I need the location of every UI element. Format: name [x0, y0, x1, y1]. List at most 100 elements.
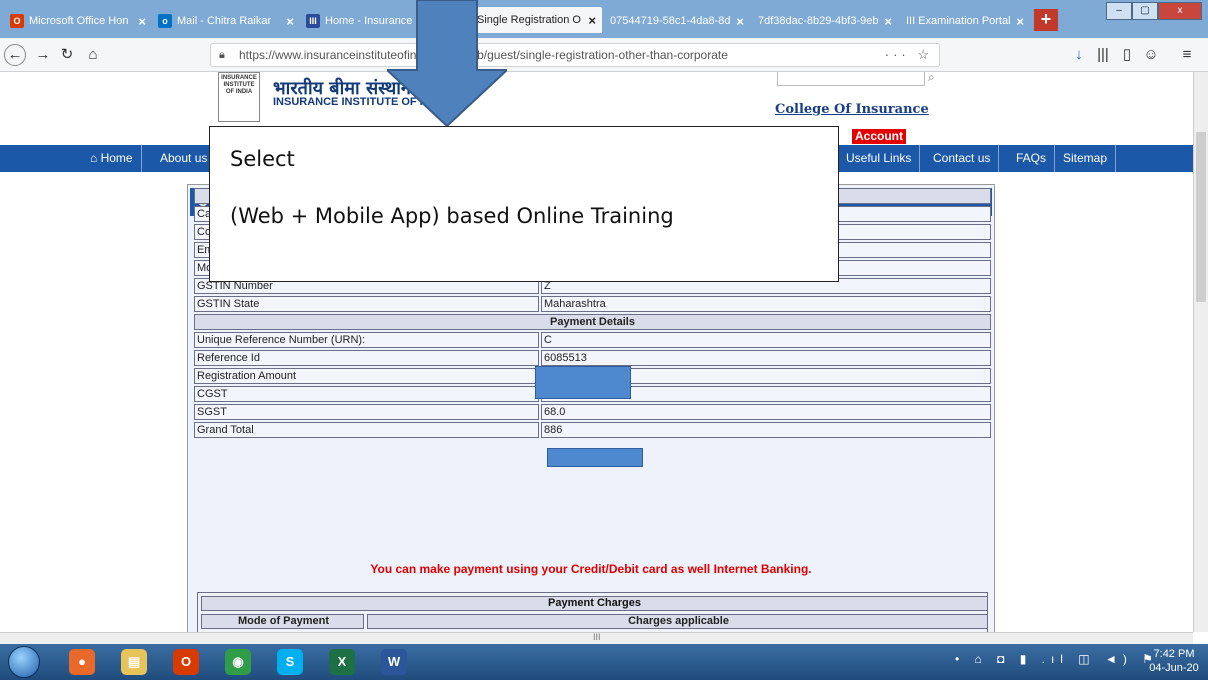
close-tab-icon[interactable]: ×: [1016, 14, 1024, 29]
browser-tab[interactable]: 07544719-58c1-4da8-8da ×: [604, 9, 750, 33]
charges-title-row: Payment Charges: [201, 596, 988, 611]
taskbar-app-firefox[interactable]: ●: [56, 646, 108, 678]
explorer-icon: ▤: [121, 649, 147, 675]
back-arrow-icon[interactable]: ←: [4, 44, 26, 66]
table-row: SGST 68.0: [194, 404, 991, 420]
tab-favicon-icon: III: [306, 14, 320, 28]
browser-tab[interactable]: o Mail - Chitra Raikar ×: [152, 9, 300, 33]
window-controls: – ▢ x: [1106, 2, 1202, 20]
close-tab-icon[interactable]: ×: [588, 13, 596, 28]
charges-header-row: Mode of Payment Charges applicable: [201, 614, 988, 629]
row-value: C: [541, 332, 991, 348]
library-icon[interactable]: |||: [1092, 44, 1114, 66]
row-value: 886: [541, 422, 991, 438]
mode-header: Mode of Payment: [201, 614, 364, 629]
nav-about-us[interactable]: About us: [152, 145, 217, 172]
windows-taskbar: ● ▤ O ◉ S X W • ⌂ ◘ ▮ .ıl ◫ ◄) ⚑ 7:42 PM 04-Ju…: [0, 644, 1208, 680]
account-badge[interactable]: Account: [852, 129, 906, 144]
row-label: Grand Total: [194, 422, 539, 438]
table-row: Unique Reference Number (URN): C: [194, 332, 991, 348]
row-label: SGST: [194, 404, 539, 420]
taskbar-app-word[interactable]: W: [368, 646, 420, 678]
taskbar-clock[interactable]: 7:42 PM 04-Jun-20: [1148, 647, 1200, 675]
nav-useful-links[interactable]: Useful Links: [838, 145, 921, 172]
row-value: 6085513: [541, 350, 991, 366]
table-row: Reference Id 6085513: [194, 350, 991, 366]
row-value: 68.0: [541, 404, 991, 420]
browser-tab[interactable]: O Microsoft Office Hon ×: [4, 9, 152, 33]
account-icon[interactable]: ☺: [1140, 44, 1162, 66]
system-tray[interactable]: • ⌂ ◘ ▮ .ıl ◫ ◄) ⚑: [955, 652, 1159, 666]
vertical-scrollbar[interactable]: [1193, 72, 1208, 632]
horizontal-scrollbar[interactable]: III: [0, 632, 1193, 644]
home-icon: ⌂: [90, 151, 101, 165]
row-label: Unique Reference Number (URN):: [194, 332, 539, 348]
charges-title: Payment Charges: [201, 596, 988, 611]
redaction-urn: [547, 448, 643, 467]
tab-favicon-icon: o: [158, 14, 172, 28]
row-value: Maharashtra: [541, 296, 991, 312]
row-label: Registration Amount: [194, 368, 539, 384]
minimize-button[interactable]: –: [1106, 2, 1132, 20]
taskbar-app-office[interactable]: O: [160, 646, 212, 678]
payment-note: You can make payment using your Credit/D…: [370, 562, 812, 576]
clock-time: 7:42 PM: [1153, 648, 1195, 660]
close-tab-icon[interactable]: ×: [286, 14, 294, 29]
scroll-thumb[interactable]: [1196, 132, 1206, 302]
tab-title: 7df38dac-8b29-4bf3-9eb: [758, 15, 879, 27]
pointer-arrow-icon: [387, 0, 507, 126]
nav-sitemap[interactable]: Sitemap: [1055, 145, 1117, 172]
download-icon[interactable]: ↓: [1068, 44, 1090, 66]
table-row: Payment Details: [194, 314, 991, 330]
redaction-mobile: [535, 366, 631, 399]
taskbar-app-skype[interactable]: S: [264, 646, 316, 678]
reload-icon[interactable]: ↻: [56, 44, 78, 66]
table-row: GSTIN State Maharashtra: [194, 296, 991, 312]
browser-nav-bar: ← → ↻ ⌂ 🔒︎ https://www.insuranceinstitut…: [0, 38, 1208, 72]
clock-date: 04-Jun-20: [1149, 662, 1199, 674]
section-header: Payment Details: [194, 314, 991, 330]
word-icon: W: [381, 649, 407, 675]
taskbar-app-explorer[interactable]: ▤: [108, 646, 160, 678]
tab-title: III Examination Portal (Us: [906, 15, 1011, 27]
nav-faqs[interactable]: FAQs: [1008, 145, 1056, 172]
menu-icon[interactable]: ≡: [1176, 44, 1198, 66]
chrome-icon: ◉: [225, 649, 251, 675]
new-tab-button[interactable]: +: [1034, 9, 1058, 31]
taskbar-app-chrome[interactable]: ◉: [212, 646, 264, 678]
start-button[interactable]: [8, 646, 40, 678]
excel-icon: X: [329, 649, 355, 675]
taskbar-app-excel[interactable]: X: [316, 646, 368, 678]
nav-contact-us[interactable]: Contact us: [925, 145, 1000, 172]
callout-line2: (Web + Mobile App) based Online Training: [230, 204, 674, 228]
browser-tab[interactable]: III Examination Portal (Us ×: [900, 9, 1030, 33]
maximize-button[interactable]: ▢: [1132, 2, 1158, 20]
tab-title: Mail - Chitra Raikar: [177, 15, 272, 27]
tab-favicon-icon: O: [10, 14, 24, 28]
row-label: Reference Id: [194, 350, 539, 366]
address-bar[interactable]: 🔒︎ https://www.insuranceinstituteofindia…: [210, 43, 940, 67]
close-window-button[interactable]: x: [1158, 2, 1202, 20]
site-search-input[interactable]: [777, 72, 925, 86]
nav-home-label: Home: [100, 151, 133, 165]
skype-icon: S: [277, 649, 303, 675]
sidebar-icon[interactable]: ▯: [1116, 44, 1138, 66]
page-actions-icon[interactable]: ··· ☆: [885, 47, 933, 63]
close-tab-icon[interactable]: ×: [138, 14, 146, 29]
forward-arrow-icon[interactable]: →: [32, 44, 54, 66]
institute-emblem-logo: INSURANCE INSTITUTE OF INDIA: [218, 72, 260, 122]
close-tab-icon[interactable]: ×: [884, 14, 892, 29]
tab-title: 07544719-58c1-4da8-8da: [610, 15, 732, 27]
home-icon[interactable]: ⌂: [82, 44, 104, 66]
charges-header: Charges applicable: [367, 614, 988, 629]
college-of-insurance-link[interactable]: College Of Insurance: [775, 102, 929, 117]
office-icon: O: [173, 649, 199, 675]
browser-tab[interactable]: 7df38dac-8b29-4bf3-9eb ×: [752, 9, 898, 33]
callout-line1: Select: [230, 147, 295, 171]
close-tab-icon[interactable]: ×: [736, 14, 744, 29]
scroll-grip[interactable]: III: [593, 632, 601, 642]
tab-title: Microsoft Office Hon: [29, 15, 129, 27]
search-icon[interactable]: ⌕: [928, 72, 935, 85]
payment-charges-table: Payment Charges Mode of Payment Charges ap…: [197, 592, 988, 632]
nav-home[interactable]: ⌂ Home: [82, 145, 142, 172]
